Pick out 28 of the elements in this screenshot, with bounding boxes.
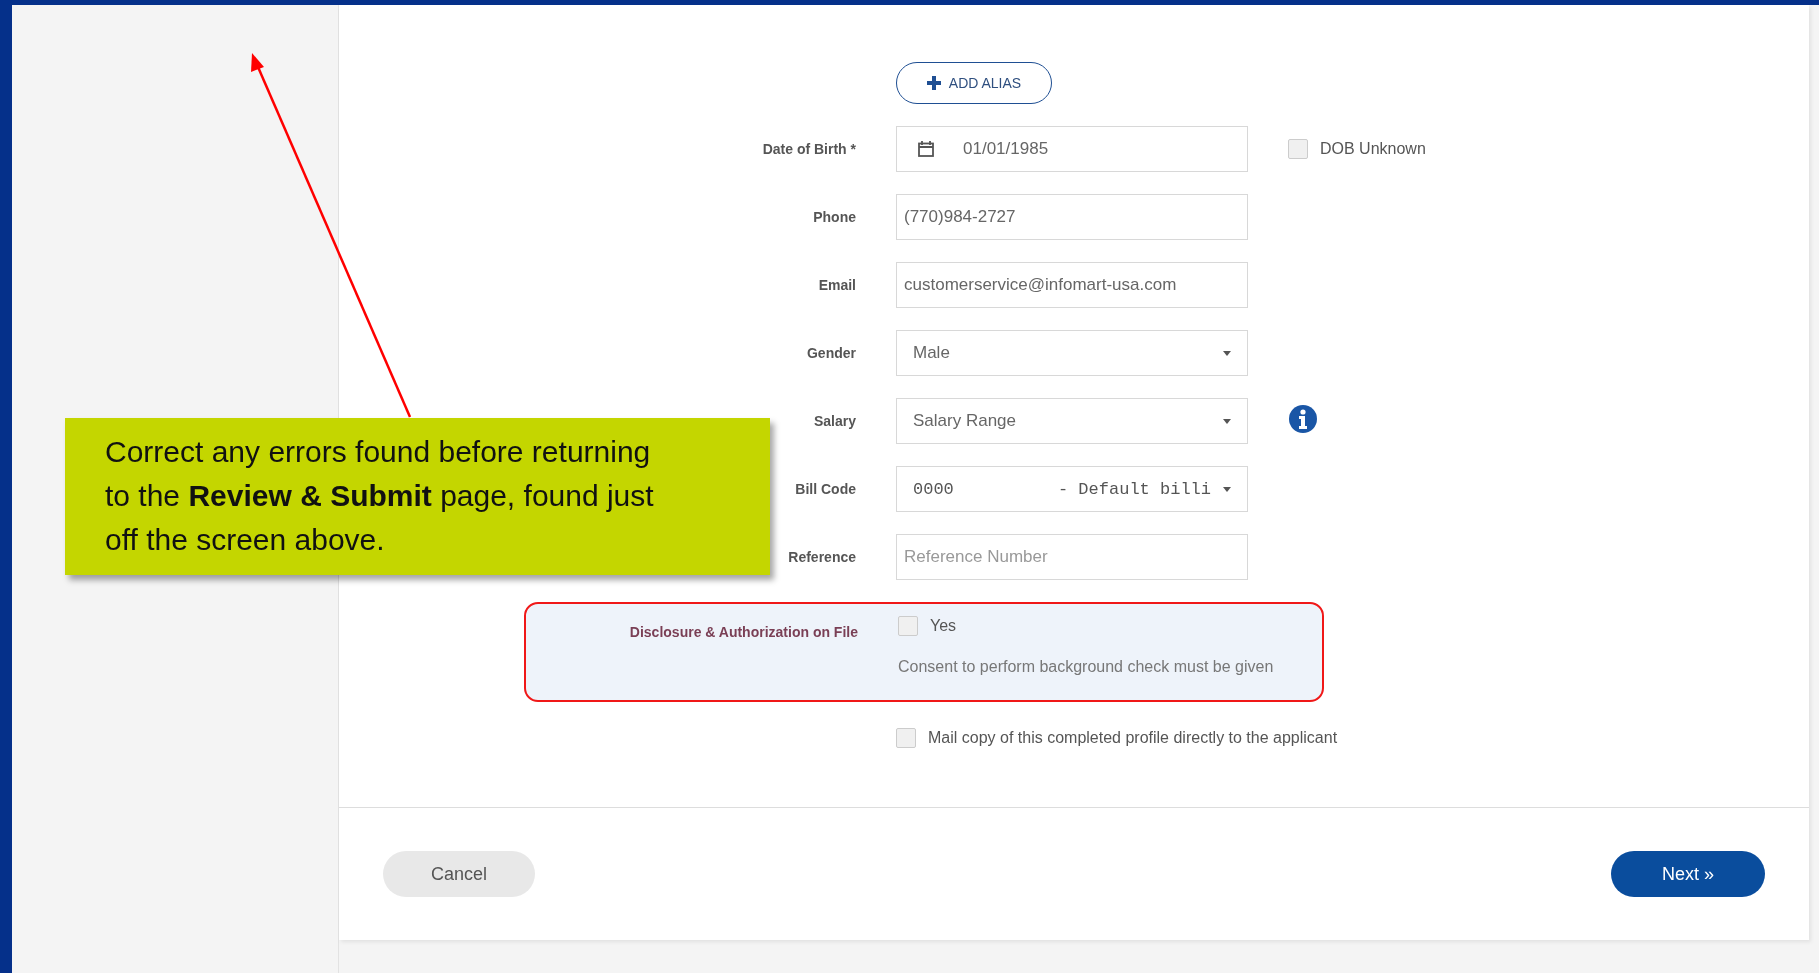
- field-label: Bill Code: [795, 481, 856, 497]
- dropdown[interactable]: Salary Range: [896, 398, 1248, 444]
- field-label: Phone: [813, 209, 856, 225]
- input-field[interactable]: (770)984-2727: [896, 194, 1248, 240]
- caret-icon: [1223, 350, 1231, 356]
- input-field[interactable]: customerservice@infomart-usa.com: [896, 262, 1248, 308]
- field-label: Reference: [788, 549, 856, 565]
- dob-unknown-checkbox[interactable]: DOB Unknown: [1288, 139, 1809, 159]
- calendar-icon: [917, 140, 935, 158]
- field-label: Salary: [813, 413, 856, 429]
- plus-icon: [926, 76, 941, 90]
- field-label: Email: [818, 277, 856, 293]
- mail-copy-checkbox[interactable]: Mail copy of this completed profile directly to the applicant: [896, 728, 1809, 748]
- callout-note: Correct any errors found before returning to the Review & Submit page, found just off the screen above.: [65, 418, 770, 575]
- consent-checkbox[interactable]: Yes: [898, 616, 1318, 636]
- next-button[interactable]: Next »: [1611, 851, 1765, 897]
- field-label: Gender: [807, 345, 856, 361]
- caret-icon: [1223, 418, 1231, 424]
- dropdown[interactable]: Male: [896, 330, 1248, 376]
- add-alias-button[interactable]: ADD ALIAS: [896, 62, 1052, 104]
- field-label: Disclosure & Authorization on File: [629, 623, 858, 642]
- dropdown[interactable]: 0000 - Default billi: [896, 466, 1248, 512]
- cancel-button[interactable]: Cancel: [383, 851, 535, 897]
- caret-icon: [1223, 486, 1231, 492]
- validation-message: Consent to perform background check must be given: [898, 658, 1275, 676]
- field-label: Date of Birth *: [762, 141, 856, 157]
- input-field[interactable]: 01/01/1985: [896, 126, 1248, 172]
- info-icon[interactable]: [1288, 404, 1318, 434]
